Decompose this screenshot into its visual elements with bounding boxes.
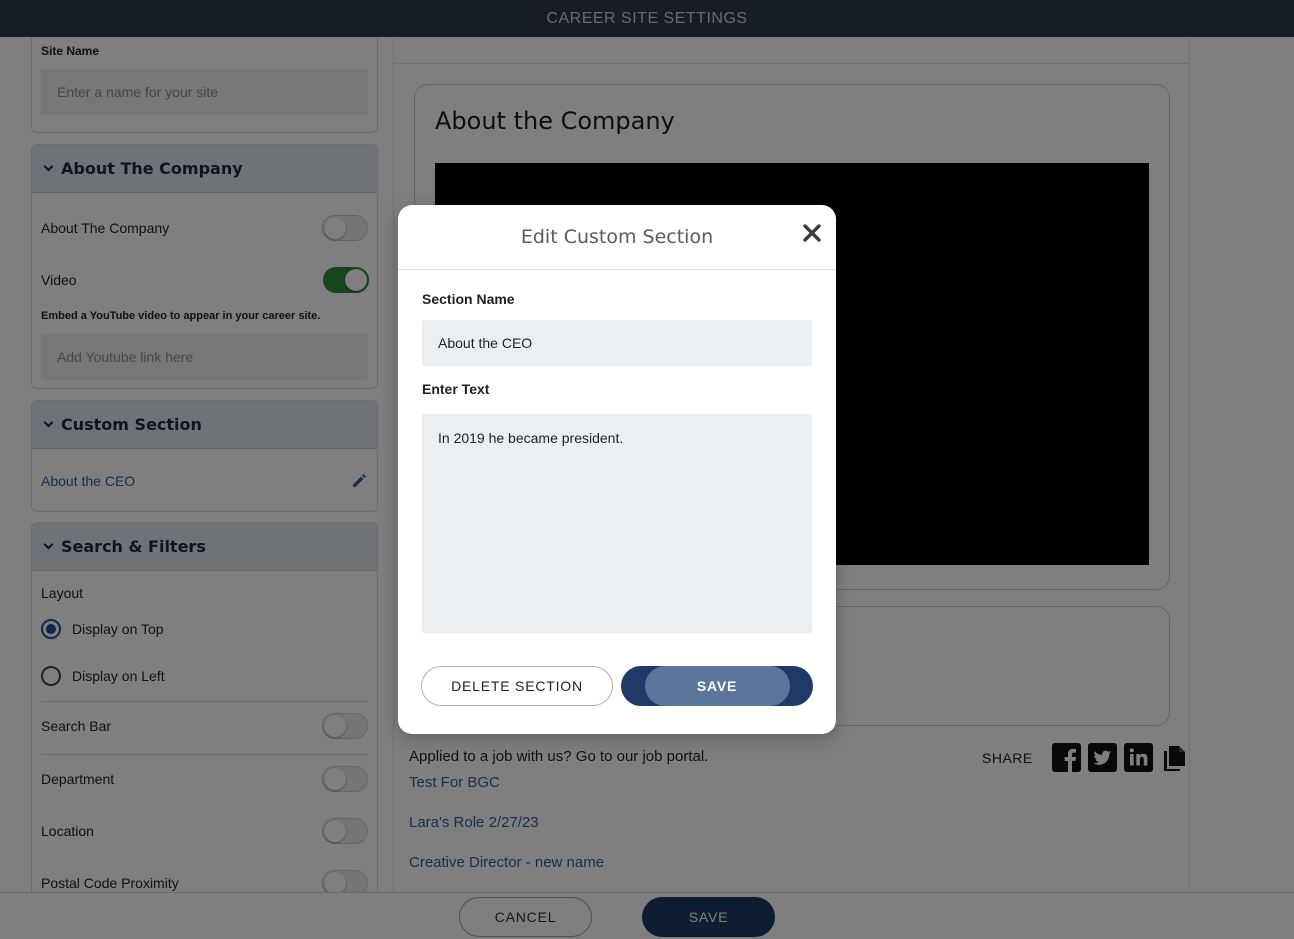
modal-save-label: SAVE: [696, 678, 738, 694]
section-name-label: Section Name: [422, 291, 515, 307]
enter-text-label: Enter Text: [422, 381, 490, 397]
section-name-input[interactable]: About the CEO: [422, 320, 812, 366]
modal-save-button[interactable]: SAVE: [621, 666, 813, 706]
edit-custom-section-modal: Edit Custom Section Section Name About t…: [398, 205, 836, 734]
modal-header: Edit Custom Section: [398, 205, 836, 270]
delete-section-button[interactable]: DELETE SECTION: [421, 666, 613, 706]
modal-title: Edit Custom Section: [520, 226, 714, 248]
close-icon[interactable]: [802, 223, 822, 243]
enter-text-textarea[interactable]: In 2019 he became president.: [422, 414, 812, 633]
